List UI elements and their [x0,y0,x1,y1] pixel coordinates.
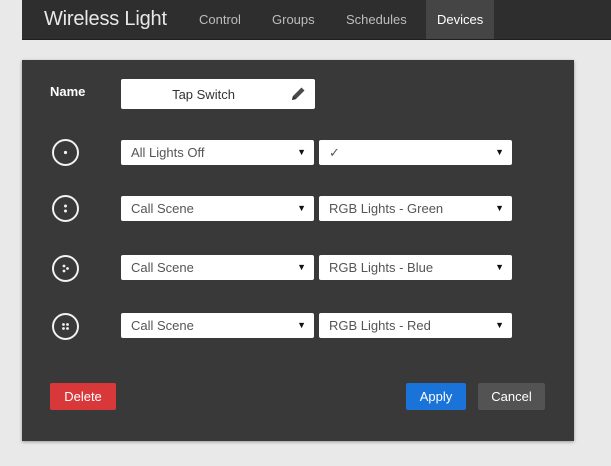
chevron-down-icon: ▼ [495,262,504,272]
chevron-down-icon: ▼ [495,147,504,157]
cancel-button[interactable]: Cancel [478,383,545,410]
apply-button[interactable]: Apply [406,383,466,410]
action-select-1-value: All Lights Off [131,145,205,160]
chevron-down-icon: ▼ [297,320,306,330]
action-select-1[interactable]: All Lights Off ▼ [121,140,314,165]
action-select-3-value: Call Scene [131,260,194,275]
tap-button-1-dot-icon [52,139,79,166]
top-navbar: Wireless Light Control Groups Schedules … [22,0,611,40]
chevron-down-icon: ▼ [297,203,306,213]
param-select-4-value: RGB Lights - Red [329,318,431,333]
name-input[interactable] [121,79,286,109]
action-select-4[interactable]: Call Scene ▼ [121,313,314,338]
tab-devices[interactable]: Devices [426,0,495,39]
chevron-down-icon: ▼ [297,262,306,272]
param-select-3[interactable]: RGB Lights - Blue ▼ [319,255,512,280]
action-select-3[interactable]: Call Scene ▼ [121,255,314,280]
param-select-2-value: RGB Lights - Green [329,201,444,216]
device-edit-panel: Name All Lights Off ▼ ✓ ▼ Call Scene ▼ R… [22,60,574,441]
action-select-4-value: Call Scene [131,318,194,333]
param-select-3-value: RGB Lights - Blue [329,260,434,275]
tab-control[interactable]: Control [188,0,252,39]
chevron-down-icon: ▼ [495,320,504,330]
name-field[interactable] [121,79,315,109]
delete-button[interactable]: Delete [50,383,116,410]
app-brand[interactable]: Wireless Light [44,8,167,31]
tab-groups[interactable]: Groups [261,0,326,39]
param-select-4[interactable]: RGB Lights - Red ▼ [319,313,512,338]
action-select-2-value: Call Scene [131,201,194,216]
tap-button-2-dots-icon [52,195,79,222]
name-label: Name [50,84,86,99]
param-select-1[interactable]: ✓ ▼ [319,140,512,165]
pencil-icon[interactable] [289,85,307,103]
chevron-down-icon: ▼ [297,147,306,157]
tab-schedules[interactable]: Schedules [335,0,418,39]
param-select-1-value: ✓ [329,145,340,160]
tap-button-4-dots-icon [52,313,79,340]
chevron-down-icon: ▼ [495,203,504,213]
param-select-2[interactable]: RGB Lights - Green ▼ [319,196,512,221]
tap-button-3-dots-icon [52,255,79,282]
action-select-2[interactable]: Call Scene ▼ [121,196,314,221]
